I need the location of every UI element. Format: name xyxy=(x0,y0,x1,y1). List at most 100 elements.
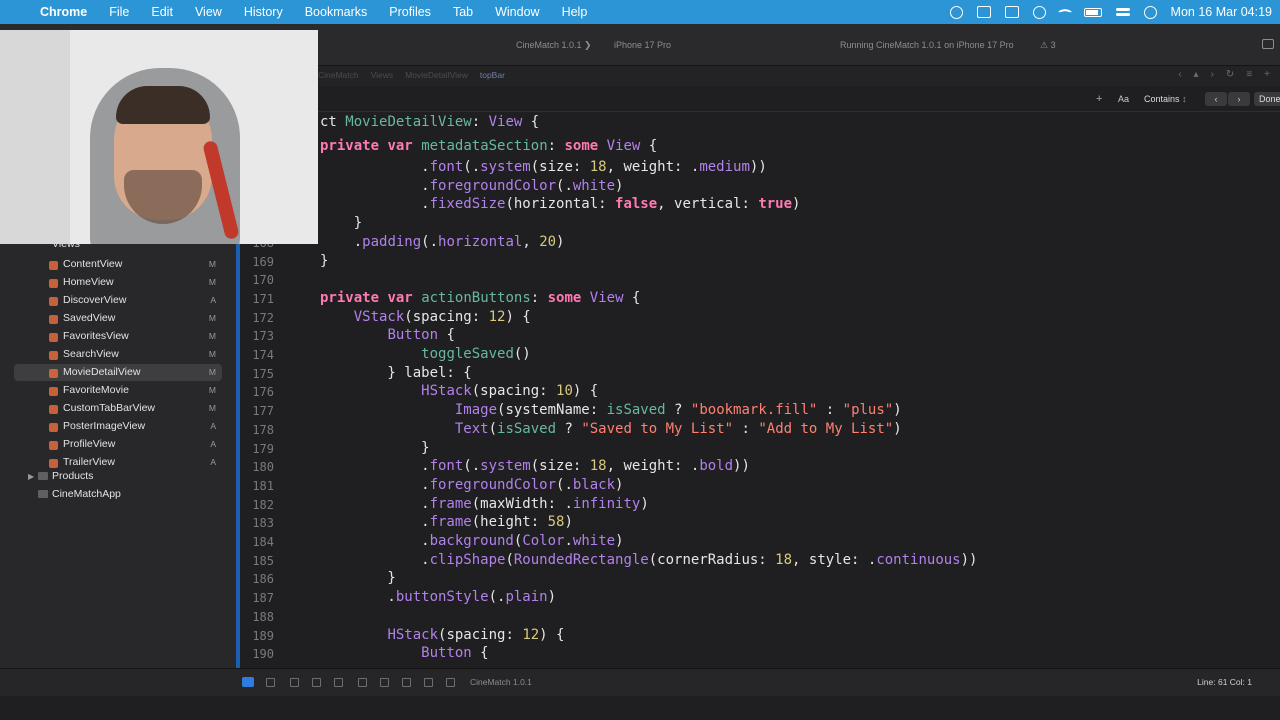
navigator-file-discoverview[interactable]: DiscoverView A xyxy=(14,292,222,309)
code-line[interactable]: .frame(maxWidth: .infinity) xyxy=(320,496,649,512)
control-center-icon[interactable] xyxy=(1115,6,1130,18)
breadcrumb-symbol[interactable]: topBar xyxy=(480,70,505,80)
code-line[interactable]: .foregroundColor(.black) xyxy=(320,477,623,493)
minimap-icon[interactable]: ≡ xyxy=(1246,69,1252,80)
add-editor-icon[interactable]: + xyxy=(1264,69,1270,80)
refresh-icon[interactable]: ↻ xyxy=(1226,69,1234,80)
code-line[interactable]: Button { xyxy=(320,327,454,343)
source-control-status: M xyxy=(208,259,216,269)
menu-view[interactable]: View xyxy=(195,5,222,19)
code-line[interactable]: HStack(spacing: 10) { xyxy=(320,383,598,399)
screen-record-icon[interactable] xyxy=(949,5,963,19)
navigator-group-products[interactable]: ▶ Products xyxy=(0,468,230,485)
breadcrumb-project[interactable]: CineMatch xyxy=(318,70,359,80)
menu-history[interactable]: History xyxy=(244,5,283,19)
code-line[interactable]: .frame(height: 58) xyxy=(320,514,573,530)
debug-area-toggle-icon[interactable] xyxy=(242,677,254,687)
scheme-selector[interactable]: CineMatch 1.0.1 ❯ xyxy=(516,40,592,51)
menu-edit[interactable]: Edit xyxy=(151,5,173,19)
code-line[interactable]: } xyxy=(320,215,362,231)
play-icon[interactable] xyxy=(1032,5,1046,19)
code-line[interactable]: .background(Color.white) xyxy=(320,533,623,549)
warnings-badge[interactable]: ⚠ 3 xyxy=(1040,40,1056,51)
location-arrow-icon[interactable] xyxy=(446,678,455,687)
find-previous-button[interactable]: ‹ xyxy=(1205,92,1227,106)
code-line[interactable]: } xyxy=(320,253,328,269)
menu-profiles[interactable]: Profiles xyxy=(389,5,431,19)
menu-clock[interactable]: Mon 16 Mar 04:19 xyxy=(1171,5,1272,19)
code-line[interactable]: HStack(spacing: 12) { xyxy=(320,627,564,643)
siri-icon[interactable] xyxy=(1143,5,1157,19)
menu-tab[interactable]: Tab xyxy=(453,5,473,19)
code-line[interactable]: .padding(.horizontal, 20) xyxy=(320,234,565,250)
menu-app-name[interactable]: Chrome xyxy=(40,5,87,19)
navigator-file-favoritemovie[interactable]: FavoriteMovie M xyxy=(14,382,222,399)
code-line[interactable]: .font(.system(size: 18, weight: .bold)) xyxy=(320,458,750,474)
navigator-file-moviedetailview[interactable]: MovieDetailView M xyxy=(14,364,222,381)
navigator-file-searchview[interactable]: SearchView M xyxy=(14,346,222,363)
chevron-right-icon[interactable]: › xyxy=(1211,69,1214,80)
code-line[interactable]: } label: { xyxy=(320,365,471,381)
code-line[interactable]: Text(isSaved ? "Saved to My List" : "Add… xyxy=(320,421,902,437)
breadcrumb-file[interactable]: MovieDetailView xyxy=(405,70,468,80)
webcam-overlay xyxy=(0,30,318,244)
navigator-file-homeview[interactable]: HomeView M xyxy=(14,274,222,291)
menu-file[interactable]: File xyxy=(109,5,129,19)
code-line[interactable]: } xyxy=(320,440,429,456)
memory-graph-icon[interactable] xyxy=(380,678,389,687)
code-line[interactable]: toggleSaved() xyxy=(320,346,531,362)
navigator-group-cinematchapp[interactable]: CineMatchApp xyxy=(0,486,230,503)
find-next-button[interactable]: › xyxy=(1228,92,1250,106)
inspector-toggle-icon[interactable] xyxy=(1262,39,1274,49)
display-icon[interactable] xyxy=(976,6,991,18)
find-mode-select[interactable]: Contains xyxy=(1144,94,1187,104)
code-line[interactable]: .buttonStyle(.plain) xyxy=(320,589,556,605)
sticky-scope-line[interactable]: ct MovieDetailView: View { xyxy=(320,114,539,130)
navigator-file-profileview[interactable]: ProfileView A xyxy=(14,436,222,453)
code-line[interactable]: .clipShape(RoundedRectangle(cornerRadius… xyxy=(320,552,977,568)
code-line[interactable]: VStack(spacing: 12) { xyxy=(320,309,531,325)
code-line[interactable]: .fixedSize(horizontal: false, vertical: … xyxy=(320,196,800,212)
find-add-button[interactable]: + xyxy=(1096,93,1102,105)
code-line[interactable]: Image(systemName: isSaved ? "bookmark.fi… xyxy=(320,402,902,418)
disclosure-chevron-icon[interactable]: ▶ xyxy=(28,468,34,485)
breadcrumb-group[interactable]: Views xyxy=(371,70,394,80)
code-line[interactable]: Button { xyxy=(320,645,488,661)
code-line[interactable]: } xyxy=(320,570,395,586)
debug-bar: CineMatch 1.0.1 Line: 61 Col: 1 xyxy=(0,668,1280,696)
find-done-button[interactable]: Done xyxy=(1254,92,1280,106)
sticky-scope-line[interactable]: private var metadataSection: some View { xyxy=(320,138,657,154)
navigator-file-posterimageview[interactable]: PosterImageView A xyxy=(14,418,222,435)
wifi-icon[interactable] xyxy=(1057,4,1072,20)
pause-icon[interactable] xyxy=(266,678,275,687)
line-number: 180 xyxy=(252,460,274,475)
camera-icon[interactable] xyxy=(1004,6,1019,18)
source-control-status: M xyxy=(208,277,216,287)
chevron-left-icon[interactable]: ‹ xyxy=(1178,69,1181,80)
navigator-file-customtabbarview[interactable]: CustomTabBarView M xyxy=(14,400,222,417)
navigator-file-favoritesview[interactable]: FavoritesView M xyxy=(14,328,222,345)
view-hierarchy-icon[interactable] xyxy=(358,678,367,687)
step-out-icon[interactable] xyxy=(334,678,343,687)
navigator-file-savedview[interactable]: SavedView M xyxy=(14,310,222,327)
simulate-location-icon[interactable] xyxy=(424,678,433,687)
battery-icon[interactable] xyxy=(1083,7,1102,17)
navigator-file-contentview[interactable]: ContentView M xyxy=(14,256,222,273)
code-editor[interactable]: ct MovieDetailView: View { private var me… xyxy=(240,112,1280,668)
run-destination[interactable]: iPhone 17 Pro xyxy=(614,40,671,50)
match-case-toggle[interactable]: Aa xyxy=(1118,94,1129,104)
menu-window[interactable]: Window xyxy=(495,5,539,19)
code-line[interactable]: .foregroundColor(.white) xyxy=(320,178,623,194)
source-control-status: A xyxy=(210,295,216,305)
file-name: SavedView xyxy=(63,312,116,324)
warning-nav-icon[interactable]: ▴ xyxy=(1194,69,1199,80)
environment-icon[interactable] xyxy=(402,678,411,687)
line-number: 174 xyxy=(252,348,274,362)
menu-help[interactable]: Help xyxy=(562,5,588,19)
menu-bookmarks[interactable]: Bookmarks xyxy=(305,5,368,19)
code-line[interactable]: .font(.system(size: 18, weight: .medium)… xyxy=(320,159,767,175)
line-number: 184 xyxy=(252,535,274,549)
step-over-icon[interactable] xyxy=(290,678,299,687)
code-line[interactable]: private var actionButtons: some View { xyxy=(320,290,640,306)
step-in-icon[interactable] xyxy=(312,678,321,687)
